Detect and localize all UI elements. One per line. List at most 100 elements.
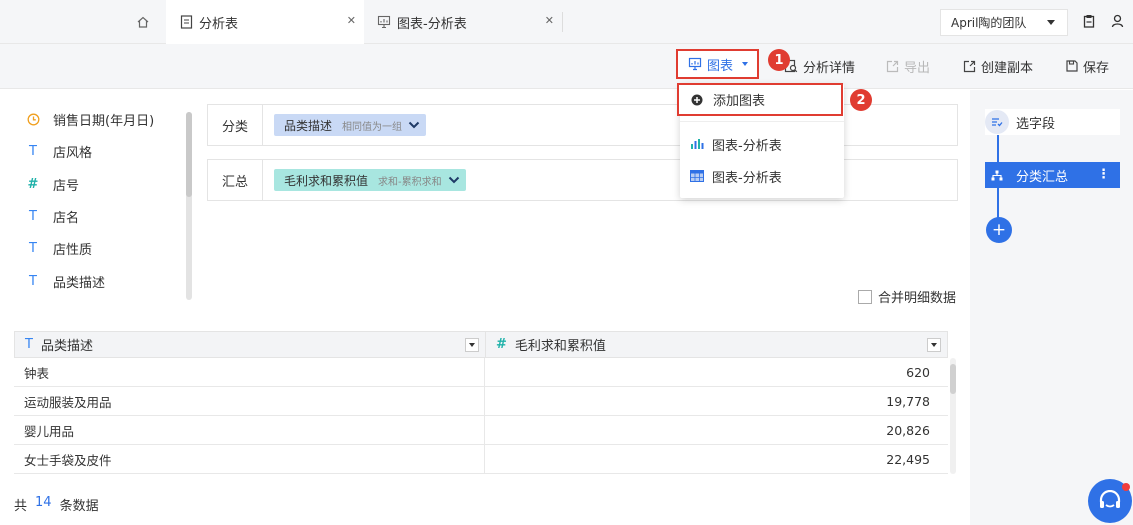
merge-detail-label: 合并明细数据 xyxy=(878,291,957,306)
export-icon xyxy=(886,60,899,73)
home-tab[interactable] xyxy=(120,0,165,44)
chart-button-label: 图表 xyxy=(707,58,734,74)
step-panel xyxy=(970,90,1133,525)
step-label: 分类汇总 xyxy=(1016,169,1069,185)
checkbox[interactable] xyxy=(858,289,872,304)
table-grid-icon xyxy=(690,170,704,182)
add-chart-menu-item[interactable]: 添加图表 xyxy=(677,83,843,116)
chevron-down-icon xyxy=(931,343,937,347)
tab-chart-analysis[interactable]: 图表-分析表 ✕ xyxy=(364,0,562,44)
field-item[interactable]: T 店风格 xyxy=(24,141,92,161)
number-type-icon: # xyxy=(496,337,507,352)
chart-button[interactable]: 图表 xyxy=(676,49,759,79)
clock-icon xyxy=(24,113,42,126)
add-step-button[interactable]: + xyxy=(986,217,1012,243)
column-menu-button[interactable] xyxy=(927,338,941,352)
field-name: 店风格 xyxy=(53,145,93,161)
summary-chip[interactable]: 毛利求和累积值 求和-累积求和 xyxy=(274,169,466,191)
toolbar: 图表 分析详情 导出 创建副本 保存 xyxy=(0,44,1133,89)
menu-divider xyxy=(680,121,844,122)
field-item[interactable]: # 店号 xyxy=(24,174,79,194)
analysis-detail-label: 分析详情 xyxy=(803,60,856,76)
table-header: T 品类描述 # 毛利求和累积值 xyxy=(14,331,948,358)
tab-divider xyxy=(562,12,563,32)
column-menu-button[interactable] xyxy=(465,338,479,352)
table-row[interactable]: 运动服装及用品 19,778 xyxy=(14,387,948,416)
select-fields-icon xyxy=(985,110,1009,134)
category-chip[interactable]: 品类描述 相同值为一组 xyxy=(274,114,427,136)
annotation-badge-1: 1 xyxy=(768,49,790,71)
table-cell: 620 xyxy=(906,364,930,380)
table-cell: 运动服装及用品 xyxy=(14,387,485,415)
column-header[interactable]: # 毛利求和累积值 xyxy=(486,332,947,357)
table-row[interactable]: 女士手袋及皮件 22,495 xyxy=(14,445,948,474)
notification-dot xyxy=(1122,483,1130,491)
document-icon xyxy=(180,15,193,29)
table-cell: 婴儿用品 xyxy=(14,416,485,444)
table-cell: 20,826 xyxy=(886,422,930,438)
team-selector[interactable]: April陶的团队 xyxy=(940,9,1068,36)
table-cell: 19,778 xyxy=(886,393,930,409)
annotation-badge-2: 2 xyxy=(850,89,872,111)
field-item[interactable]: 销售日期(年月日) xyxy=(24,109,154,129)
field-name: 店性质 xyxy=(53,242,93,258)
home-icon xyxy=(136,15,150,29)
chip-label: 品类描述 xyxy=(284,118,333,133)
tab-label: 分析表 xyxy=(199,16,239,32)
chevron-down-icon[interactable] xyxy=(448,176,460,184)
plus-icon: + xyxy=(991,220,1007,240)
count-prefix: 共 xyxy=(14,499,28,514)
table-scrollbar[interactable] xyxy=(950,358,956,474)
text-type-icon: T xyxy=(29,273,37,289)
more-icon[interactable]: ⋮ xyxy=(1097,167,1110,182)
chip-sublabel: 相同值为一组 xyxy=(342,121,403,133)
merge-detail-checkbox[interactable]: 合并明细数据 xyxy=(858,287,956,306)
chart-menu-item[interactable]: 图表-分析表 xyxy=(690,133,782,155)
chart-board-icon xyxy=(688,57,702,71)
create-copy-label: 创建副本 xyxy=(981,60,1034,76)
tab-label: 图表-分析表 xyxy=(397,16,467,32)
export-label: 导出 xyxy=(904,60,931,76)
close-icon[interactable]: ✕ xyxy=(347,14,356,27)
table-cell: 女士手袋及皮件 xyxy=(14,445,485,473)
field-list-scrollbar[interactable] xyxy=(186,112,192,300)
chevron-down-icon xyxy=(1047,20,1055,25)
step-label: 选字段 xyxy=(1016,116,1056,132)
step-group-summary[interactable]: 分类汇总 ⋮ xyxy=(985,162,1120,188)
table-row[interactable]: 婴儿用品 20,826 xyxy=(14,416,948,445)
chart-board-icon xyxy=(377,15,391,29)
field-item[interactable]: T 店名 xyxy=(24,206,79,226)
table-menu-item[interactable]: 图表-分析表 xyxy=(690,165,782,187)
count-suffix: 条数据 xyxy=(59,499,99,514)
headset-icon xyxy=(1098,490,1122,512)
chevron-down-icon xyxy=(469,343,475,347)
chip-sublabel: 求和-累积求和 xyxy=(378,176,442,188)
scrollbar-thumb[interactable] xyxy=(950,364,956,394)
user-icon[interactable] xyxy=(1111,14,1124,28)
table-row[interactable]: 钟表 620 xyxy=(14,358,948,387)
add-chart-label: 添加图表 xyxy=(713,94,766,109)
field-name: 品类描述 xyxy=(53,275,106,291)
create-copy-button[interactable]: 创建副本 xyxy=(963,54,1033,78)
clipboard-icon[interactable] xyxy=(1083,14,1095,28)
field-name: 店号 xyxy=(53,178,80,194)
close-icon[interactable]: ✕ xyxy=(545,14,554,27)
summary-config: 汇总 毛利求和累积值 求和-累积求和 xyxy=(207,159,958,201)
column-header[interactable]: T 品类描述 xyxy=(15,332,486,357)
data-table: T 品类描述 # 毛利求和累积值 钟表 620 运动服装及用品 19,778 婴… xyxy=(14,331,948,475)
save-button[interactable]: 保存 xyxy=(1066,54,1109,78)
field-item[interactable]: T 品类描述 xyxy=(24,271,105,291)
table-cell: 22,495 xyxy=(886,451,930,467)
text-type-icon: T xyxy=(29,240,37,256)
export-button[interactable]: 导出 xyxy=(886,54,930,78)
scrollbar-thumb[interactable] xyxy=(186,112,192,197)
step-select-fields[interactable]: 选字段 xyxy=(985,109,1120,135)
field-item[interactable]: T 店性质 xyxy=(24,238,92,258)
field-name: 店名 xyxy=(53,210,80,226)
column-label: 毛利求和累积值 xyxy=(514,339,606,354)
analysis-detail-button[interactable]: 分析详情 xyxy=(784,54,855,78)
copy-icon xyxy=(963,60,976,73)
chevron-down-icon[interactable] xyxy=(408,121,420,129)
tab-analysis[interactable]: 分析表 ✕ xyxy=(166,0,364,44)
number-type-icon: # xyxy=(27,176,39,192)
